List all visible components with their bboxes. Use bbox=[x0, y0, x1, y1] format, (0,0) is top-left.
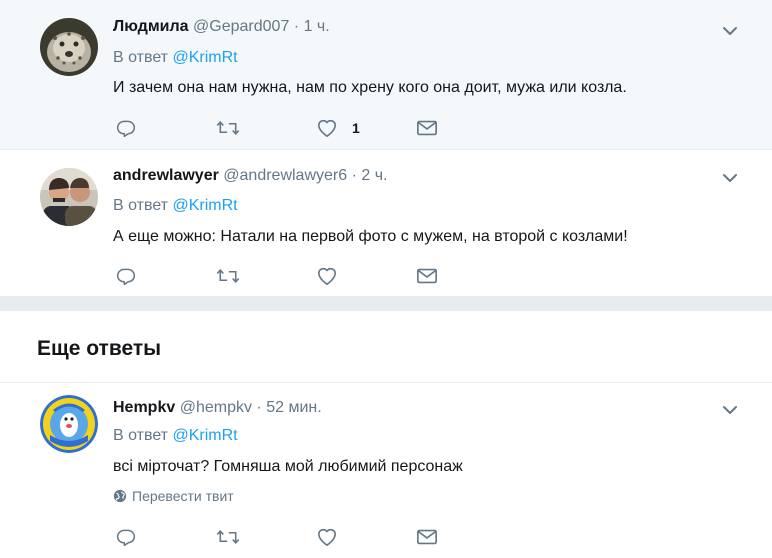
message-button[interactable] bbox=[416, 264, 438, 288]
avatar[interactable] bbox=[40, 395, 98, 453]
reply-prefix: В ответ bbox=[113, 427, 169, 444]
tweet-header: Людмила @Gepard007 · 1 ч. bbox=[113, 17, 330, 37]
message-icon bbox=[417, 529, 437, 545]
tweet[interactable]: Hempkv @hempkv · 52 мин. В ответ @KrimRt… bbox=[0, 383, 772, 558]
section-divider bbox=[0, 297, 772, 311]
message-icon bbox=[417, 268, 437, 284]
retweet-button[interactable] bbox=[216, 116, 240, 140]
reply-context: В ответ @KrimRt bbox=[113, 426, 238, 446]
retweet-icon bbox=[216, 269, 240, 283]
reply-prefix: В ответ bbox=[113, 197, 169, 214]
avatar[interactable] bbox=[40, 168, 98, 226]
reply-icon bbox=[116, 120, 136, 138]
chevron-down-icon[interactable] bbox=[721, 401, 739, 419]
reply-button[interactable] bbox=[116, 525, 136, 549]
reply-context: В ответ @KrimRt bbox=[113, 196, 238, 216]
cartoon-badge-avatar-icon bbox=[40, 395, 98, 453]
reply-mention-link[interactable]: @KrimRt bbox=[172, 49, 237, 66]
tweet-actions: 1 bbox=[113, 116, 533, 140]
user-name[interactable]: andrewlawyer bbox=[113, 167, 219, 184]
separator: · bbox=[293, 18, 300, 35]
translate-label: Перевести твит bbox=[132, 488, 234, 504]
timestamp[interactable]: 1 ч. bbox=[304, 18, 330, 35]
two-men-photo-avatar-icon bbox=[40, 168, 98, 226]
avatar[interactable] bbox=[40, 18, 98, 76]
tweet[interactable]: andrewlawyer @andrewlawyer6 · 2 ч. В отв… bbox=[0, 151, 772, 297]
tweet-text: И зачем она нам нужна, нам по хрену кого… bbox=[113, 79, 627, 96]
separator: · bbox=[256, 399, 262, 416]
reply-context: В ответ @KrimRt bbox=[113, 48, 238, 68]
globe-icon bbox=[113, 489, 127, 503]
tweet-actions bbox=[113, 525, 533, 549]
user-handle[interactable]: @Gepard007 bbox=[193, 18, 289, 35]
like-button[interactable]: 1 bbox=[316, 116, 360, 140]
user-name[interactable]: Людмила bbox=[113, 18, 189, 35]
like-icon bbox=[318, 528, 336, 546]
message-button[interactable] bbox=[416, 525, 438, 549]
translate-tweet-link[interactable]: Перевести твит bbox=[113, 488, 234, 504]
user-name[interactable]: Hempkv bbox=[113, 399, 175, 416]
reply-icon bbox=[116, 268, 136, 286]
tweet-header: andrewlawyer @andrewlawyer6 · 2 ч. bbox=[113, 166, 388, 186]
retweet-button[interactable] bbox=[216, 264, 240, 288]
timestamp[interactable]: 52 мин. bbox=[266, 399, 321, 416]
like-button[interactable] bbox=[316, 264, 338, 288]
like-icon bbox=[318, 267, 336, 285]
reply-mention-link[interactable]: @KrimRt bbox=[172, 197, 237, 214]
message-icon bbox=[417, 120, 437, 136]
chevron-down-icon[interactable] bbox=[721, 22, 739, 40]
message-button[interactable] bbox=[416, 116, 438, 140]
like-button[interactable] bbox=[316, 525, 338, 549]
reply-button[interactable] bbox=[116, 116, 136, 140]
timestamp[interactable]: 2 ч. bbox=[361, 167, 387, 184]
tweet-actions bbox=[113, 264, 533, 288]
user-handle[interactable]: @hempkv bbox=[180, 399, 252, 416]
more-replies-title: Еще ответы bbox=[37, 337, 162, 360]
like-count: 1 bbox=[352, 120, 360, 136]
like-icon bbox=[318, 119, 336, 137]
leopard-avatar-icon bbox=[40, 18, 98, 76]
tweet-text: всі мірточат? Гомняша мой любимий персон… bbox=[113, 458, 463, 475]
separator: · bbox=[351, 167, 357, 184]
user-handle[interactable]: @andrewlawyer6 bbox=[223, 167, 347, 184]
retweet-button[interactable] bbox=[216, 525, 240, 549]
retweet-icon bbox=[216, 530, 240, 544]
reply-icon bbox=[116, 529, 136, 547]
tweet[interactable]: Людмила @Gepard007 · 1 ч. В ответ @KrimR… bbox=[0, 0, 772, 150]
reply-button[interactable] bbox=[116, 264, 136, 288]
retweet-icon bbox=[216, 121, 240, 135]
reply-prefix: В ответ bbox=[113, 49, 169, 66]
tweet-text: А еще можно: Натали на первой фото с муж… bbox=[113, 228, 628, 245]
chevron-down-icon[interactable] bbox=[721, 169, 739, 187]
more-replies-header: Еще ответы bbox=[0, 311, 772, 383]
reply-mention-link[interactable]: @KrimRt bbox=[172, 427, 237, 444]
tweet-header: Hempkv @hempkv · 52 мин. bbox=[113, 398, 322, 418]
